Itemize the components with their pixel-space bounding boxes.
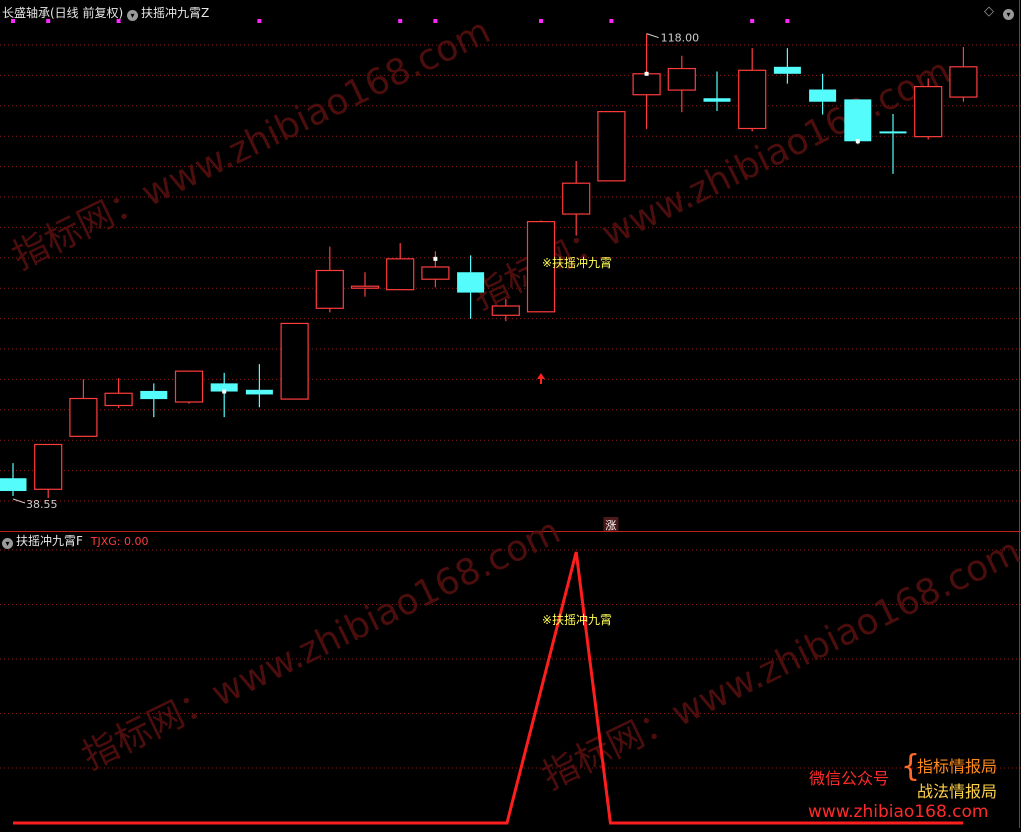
stock-title[interactable]: 长盛轴承(日线 前复权) bbox=[2, 6, 123, 20]
indicator-sub-label[interactable]: 扶摇冲九霄F bbox=[16, 534, 83, 548]
candle-body bbox=[949, 66, 978, 98]
chevron-down-icon[interactable]: ▾ bbox=[1003, 9, 1014, 20]
candle bbox=[350, 272, 380, 297]
candle-body bbox=[703, 98, 731, 102]
top-dot bbox=[433, 19, 438, 23]
zhang-badge-text: 涨 bbox=[605, 519, 616, 532]
settings-toggle[interactable]: ▾ bbox=[1003, 5, 1017, 20]
candle bbox=[104, 378, 133, 408]
candle bbox=[421, 251, 450, 288]
candle bbox=[210, 372, 238, 418]
promo-line2: 战法情报局 bbox=[917, 782, 998, 801]
candle bbox=[703, 71, 731, 112]
price-high-label: 118.00 bbox=[661, 32, 700, 45]
chevron-down-icon[interactable]: ▾ bbox=[2, 538, 13, 549]
promo-wechat: 微信公众号 bbox=[809, 769, 890, 788]
candle bbox=[315, 246, 344, 313]
price-marker bbox=[433, 256, 438, 261]
watermark-text: 指标网：www.zhibiao168.com bbox=[6, 11, 497, 279]
sub-header: ▾ 扶摇冲九霄F TJXG: 0.00 bbox=[2, 534, 148, 549]
candle-body bbox=[844, 99, 872, 142]
diamond-icon[interactable]: ◇ bbox=[984, 5, 994, 19]
price-marker bbox=[222, 389, 227, 394]
candle-body bbox=[421, 266, 450, 280]
price-marker bbox=[855, 139, 860, 144]
chart-svg: 指标网：www.zhibiao168.com 指标网：www.zhibiao168… bbox=[0, 0, 1021, 828]
candle bbox=[69, 379, 98, 437]
candle bbox=[773, 48, 801, 84]
candle-body bbox=[879, 131, 907, 134]
top-dot bbox=[398, 19, 403, 23]
top-dot bbox=[785, 19, 790, 23]
sub-signal-label: ※扶摇冲九霄 bbox=[542, 612, 612, 627]
candle-body bbox=[69, 397, 98, 437]
chevron-down-icon[interactable]: ▾ bbox=[127, 10, 139, 21]
price-marker bbox=[644, 71, 649, 76]
top-dot bbox=[750, 19, 755, 23]
candle-body bbox=[738, 69, 767, 130]
candle bbox=[280, 322, 309, 400]
sub-value-label: TJXG: 0.00 bbox=[90, 535, 149, 548]
candle-body bbox=[140, 390, 168, 400]
high-pointer bbox=[646, 33, 659, 39]
candle bbox=[667, 55, 696, 113]
candle-body bbox=[491, 305, 520, 316]
top-dot bbox=[609, 19, 614, 23]
candle-body bbox=[280, 322, 309, 400]
candle bbox=[34, 443, 63, 499]
promo-url: www.zhibiao168.com bbox=[808, 802, 989, 822]
top-dot bbox=[257, 19, 262, 23]
promo-line1: 指标情报局 bbox=[917, 757, 998, 776]
main-header: 长盛轴承(日线 前复权) ▾ 扶摇冲九霄Z bbox=[2, 6, 209, 21]
candle-body bbox=[562, 182, 591, 215]
indicator-main-label[interactable]: 扶摇冲九霄Z bbox=[141, 6, 209, 20]
candle-body bbox=[809, 89, 837, 102]
candle-body bbox=[350, 285, 380, 289]
candle bbox=[0, 463, 27, 496]
candle-body bbox=[174, 370, 204, 403]
candle bbox=[738, 48, 767, 132]
signal-label: ※扶摇冲九霄 bbox=[542, 255, 612, 270]
candle bbox=[597, 111, 626, 182]
candle bbox=[949, 47, 978, 102]
candle-body bbox=[632, 73, 661, 96]
watermark-text: 指标网：www.zhibiao168.com bbox=[76, 511, 567, 779]
candle-body bbox=[914, 85, 943, 138]
candle-body bbox=[386, 258, 415, 291]
candle-body bbox=[34, 443, 63, 490]
price-low-label: 38.55 bbox=[26, 498, 58, 511]
candle bbox=[386, 243, 415, 291]
candle bbox=[174, 370, 204, 404]
candle bbox=[245, 364, 273, 408]
chart-stage: 指标网：www.zhibiao168.com 指标网：www.zhibiao168… bbox=[0, 0, 1021, 828]
low-pointer bbox=[12, 498, 26, 504]
candle bbox=[914, 78, 943, 140]
candle-body bbox=[315, 269, 344, 309]
candle-body bbox=[667, 67, 696, 91]
top-dot bbox=[539, 19, 543, 23]
candle-body bbox=[773, 66, 801, 74]
candle bbox=[844, 99, 872, 145]
candle-body bbox=[104, 392, 133, 407]
candle-body bbox=[457, 272, 485, 293]
candle-body bbox=[0, 478, 27, 492]
candle-body bbox=[597, 111, 626, 182]
candle bbox=[632, 33, 661, 130]
candle bbox=[140, 383, 168, 418]
candle-body bbox=[245, 389, 273, 395]
